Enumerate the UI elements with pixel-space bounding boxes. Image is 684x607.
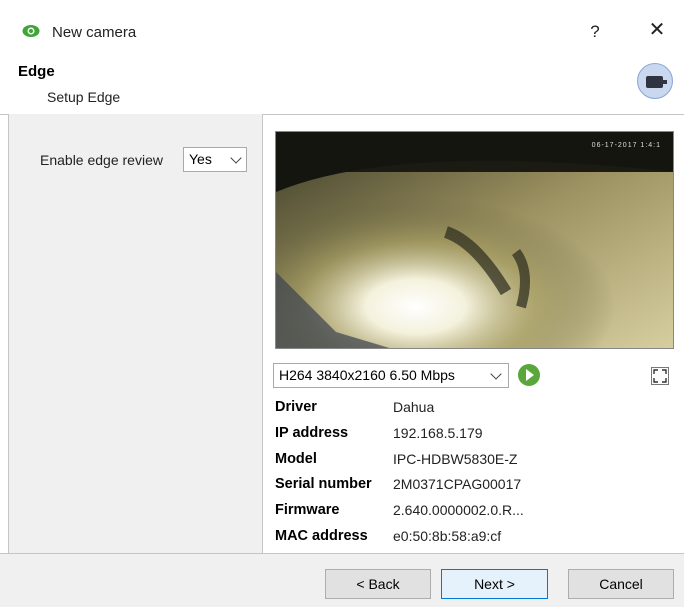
close-button[interactable]: ✕ [647,20,667,40]
page-subtitle: Setup Edge [47,89,121,105]
info-value-model: IPC-HDBW5830E-Z [393,451,518,467]
next-button[interactable]: Next > [441,569,548,599]
enable-edge-review-label: Enable edge review [40,152,163,168]
info-value-firmware: 2.640.0000002.0.R... [393,502,524,518]
info-label-serial-number: Serial number [275,476,372,492]
info-label-mac-address: MAC address [275,528,368,544]
window-title: New camera [52,24,137,41]
cancel-button[interactable]: Cancel [568,569,674,599]
title-bar: New camera ? ✕ [0,0,684,60]
settings-panel: Enable edge review Yes [8,114,263,553]
play-icon[interactable] [518,364,540,386]
info-value-mac-address: e0:50:8b:58:a9:cf [393,528,502,544]
timestamp-overlay: 06-17-2017 1:4:1 [591,142,661,149]
camera-icon-graphic [646,76,667,88]
fullscreen-icon[interactable] [651,367,669,385]
stream-select-value: H264 3840x2160 6.50 Mbps [279,367,455,383]
info-label-driver: Driver [275,399,317,415]
info-value-driver: Dahua [393,399,435,415]
camera-frame-image [276,132,673,348]
info-label-model: Model [275,451,317,467]
help-button[interactable]: ? [588,22,602,42]
info-value-ip-address: 192.168.5.179 [393,425,483,441]
fullscreen-icon-graphic [653,369,667,383]
enable-edge-review-select[interactable]: Yes [183,147,247,172]
camera-preview: 06-17-2017 1:4:1 [275,131,674,349]
enable-edge-review-value: Yes [189,151,212,167]
page-title: Edge [18,63,55,80]
chevron-down-icon [490,368,502,380]
info-label-firmware: Firmware [275,502,340,518]
back-button[interactable]: < Back [325,569,431,599]
chevron-down-icon [230,152,242,164]
stream-select[interactable]: H264 3840x2160 6.50 Mbps [273,363,509,388]
info-label-ip-address: IP address [275,425,349,441]
camera-icon [637,63,673,99]
info-value-serial-number: 2M0371CPAG00017 [393,476,522,492]
eye-icon [22,25,40,37]
